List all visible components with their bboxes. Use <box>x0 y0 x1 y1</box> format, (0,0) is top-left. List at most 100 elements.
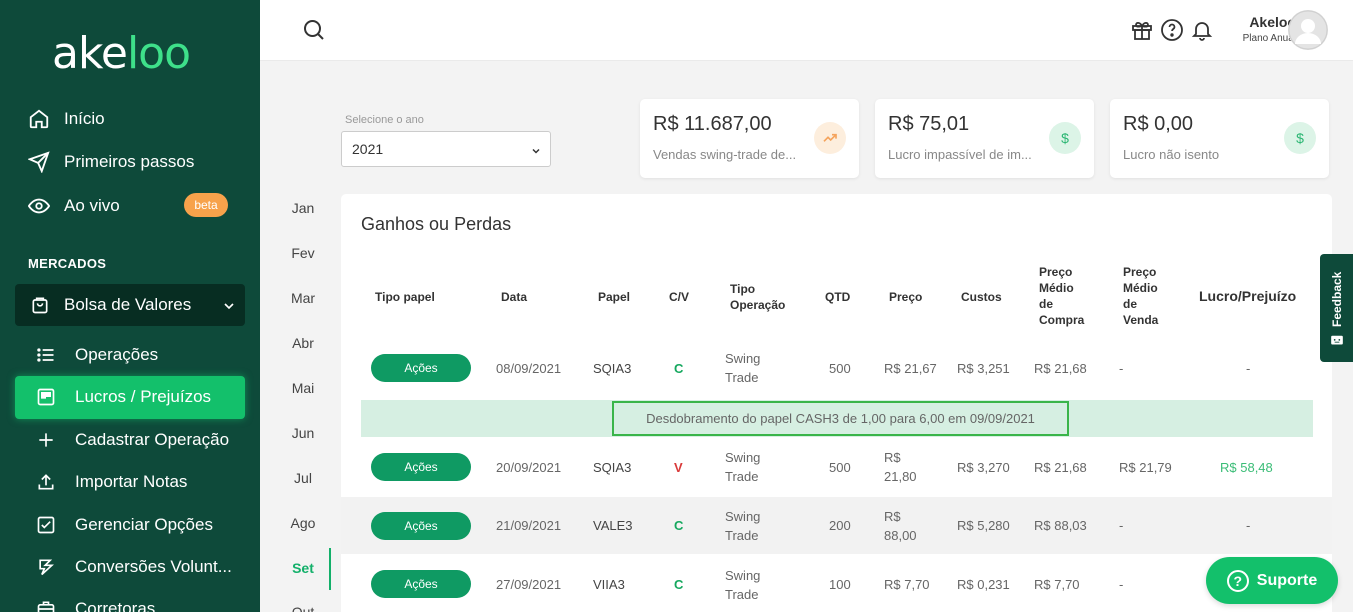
sidebar-item-gerenciar-opcoes[interactable]: Gerenciar Opções <box>36 510 213 540</box>
help-icon[interactable] <box>1160 18 1184 47</box>
col-header-tipo-papel[interactable]: Tipo papel <box>375 289 435 305</box>
cell-tipo-operacao: Swing Trade <box>725 566 760 604</box>
month-mai[interactable]: Mai <box>280 380 326 396</box>
market-dropdown[interactable]: Bolsa de Valores <box>15 284 245 326</box>
trending-up-icon <box>814 122 846 154</box>
sidebar-item-conversoes[interactable]: Conversões Volunt... <box>36 552 232 582</box>
cell-tipo-operacao: Swing Trade <box>725 507 760 545</box>
sidebar-item-importar-notas[interactable]: Importar Notas <box>36 467 187 497</box>
cell-line: Swing <box>725 509 761 524</box>
col-header-line: de <box>1123 297 1138 311</box>
col-header-preco-medio-venda[interactable]: Preço Médio de Venda <box>1123 264 1158 328</box>
search-icon[interactable] <box>302 18 326 47</box>
cell-qtd: 500 <box>829 460 851 475</box>
sidebar-item-primeiros-passos[interactable]: Primeiros passos <box>28 147 194 177</box>
summary-card-lucro-nao-isento: R$ 0,00 Lucro não isento $ <box>1110 99 1329 178</box>
asset-type-pill[interactable]: Ações <box>371 512 471 540</box>
support-button[interactable]: ? Suporte <box>1206 557 1338 604</box>
cell-papel: VALE3 <box>593 518 633 533</box>
asset-type-pill[interactable]: Ações <box>371 570 471 598</box>
sidebar-item-corretoras[interactable]: Corretoras <box>36 594 155 612</box>
col-header-tipo-operacao[interactable]: Tipo Operação <box>730 281 785 313</box>
home-icon <box>28 108 50 130</box>
plus-icon <box>36 430 56 450</box>
sidebar-item-label: Lucros / Prejuízos <box>75 387 212 406</box>
user-info[interactable]: Akeloo Plano Anual <box>1222 14 1296 44</box>
col-header-line: Preço <box>1123 265 1157 279</box>
col-header-line: Preço <box>1039 265 1073 279</box>
market-label: Bolsa de Valores <box>64 295 192 314</box>
sidebar-item-inicio[interactable]: Início <box>28 104 105 134</box>
col-header-line: Venda <box>1123 313 1159 327</box>
sidebar-item-label: Corretoras <box>75 599 156 612</box>
col-header-data[interactable]: Data <box>501 289 527 305</box>
month-fev[interactable]: Fev <box>280 245 326 261</box>
card-value: R$ 0,00 <box>1123 113 1194 135</box>
beta-badge: beta <box>184 193 228 217</box>
cell-data: 20/09/2021 <box>496 460 562 475</box>
gains-losses-panel: Ganhos ou Perdas Tipo papel Data Papel C… <box>341 194 1332 612</box>
month-jul[interactable]: Jul <box>280 470 326 486</box>
send-icon <box>28 151 50 173</box>
cell-cv: C <box>674 518 684 533</box>
gift-icon[interactable] <box>1130 18 1154 47</box>
brand-logo[interactable]: akeloo <box>52 28 191 79</box>
month-abr[interactable]: Abr <box>280 335 326 351</box>
col-header-papel[interactable]: Papel <box>598 289 630 305</box>
year-select[interactable]: 2021 <box>341 131 551 167</box>
cell-lucro: - <box>1246 518 1251 533</box>
asset-type-pill[interactable]: Ações <box>371 354 471 382</box>
col-header-preco[interactable]: Preço <box>889 289 922 305</box>
card-value: R$ 11.687,00 <box>653 113 772 135</box>
bell-icon[interactable] <box>1190 18 1214 47</box>
col-header-line: de <box>1039 297 1054 311</box>
col-header-line: Tipo <box>730 282 756 296</box>
sidebar-item-lucros-prejuizos[interactable]: Lucros / Prejuízos <box>36 382 211 412</box>
asset-type-pill[interactable]: Ações <box>371 453 471 481</box>
month-out[interactable]: Out <box>280 604 326 612</box>
chevron-down-icon <box>221 298 237 319</box>
month-mar[interactable]: Mar <box>280 290 326 306</box>
sidebar-item-ao-vivo[interactable]: Ao vivo <box>28 191 120 221</box>
sidebar-item-cadastrar-operacao[interactable]: Cadastrar Operação <box>36 425 229 455</box>
col-header-lucro-prejuizo[interactable]: Lucro/Prejuízo <box>1199 288 1296 304</box>
cell-pm-venda: R$ 21,79 <box>1119 460 1172 475</box>
summary-card-lucro-impassivel: R$ 75,01 Lucro impassível de im... $ <box>875 99 1094 178</box>
cell-line: R$ <box>884 450 901 465</box>
cell-custos: R$ 3,251 <box>957 361 1010 376</box>
col-header-qtd[interactable]: QTD <box>825 289 850 305</box>
panel-title: Ganhos ou Perdas <box>361 214 512 234</box>
month-set[interactable]: Set <box>280 560 326 576</box>
header-icons <box>1130 18 1214 47</box>
cell-qtd: 500 <box>829 361 851 376</box>
avatar[interactable] <box>1288 10 1328 50</box>
cell-papel: SQIA3 <box>593 460 632 475</box>
cell-data: 27/09/2021 <box>496 577 562 592</box>
user-name: Akeloo <box>1249 14 1296 30</box>
dollar-icon: $ <box>1284 122 1316 154</box>
col-header-cv[interactable]: C/V <box>669 289 689 305</box>
cell-pm-compra: R$ 21,68 <box>1034 460 1087 475</box>
col-header-custos[interactable]: Custos <box>961 289 1002 305</box>
cell-papel: SQIA3 <box>593 361 632 376</box>
cell-preco: R$ 21,80 <box>884 448 917 486</box>
month-jan[interactable]: Jan <box>280 200 326 216</box>
month-ago[interactable]: Ago <box>280 515 326 531</box>
dollar-icon: $ <box>1049 122 1081 154</box>
sidebar-item-operacoes[interactable]: Operações <box>36 340 158 370</box>
cell-data: 08/09/2021 <box>496 361 562 376</box>
cell-pm-venda: - <box>1119 577 1124 592</box>
cell-custos: R$ 3,270 <box>957 460 1010 475</box>
cell-line: Swing <box>725 568 761 583</box>
month-jun[interactable]: Jun <box>280 425 326 441</box>
year-select-label: Selecione o ano <box>345 114 424 126</box>
cell-line: Trade <box>725 587 759 602</box>
cell-tipo-operacao: Swing Trade <box>725 349 760 387</box>
summary-card-vendas: R$ 11.687,00 Vendas swing-trade de... <box>640 99 859 178</box>
support-label: Suporte <box>1256 571 1318 589</box>
checkbox-icon <box>36 515 56 535</box>
feedback-tab[interactable]: Feedback <box>1320 254 1353 362</box>
col-header-preco-medio-compra[interactable]: Preço Médio de Compra <box>1039 264 1084 328</box>
cell-cv: C <box>674 361 684 376</box>
chat-icon <box>1330 334 1344 353</box>
